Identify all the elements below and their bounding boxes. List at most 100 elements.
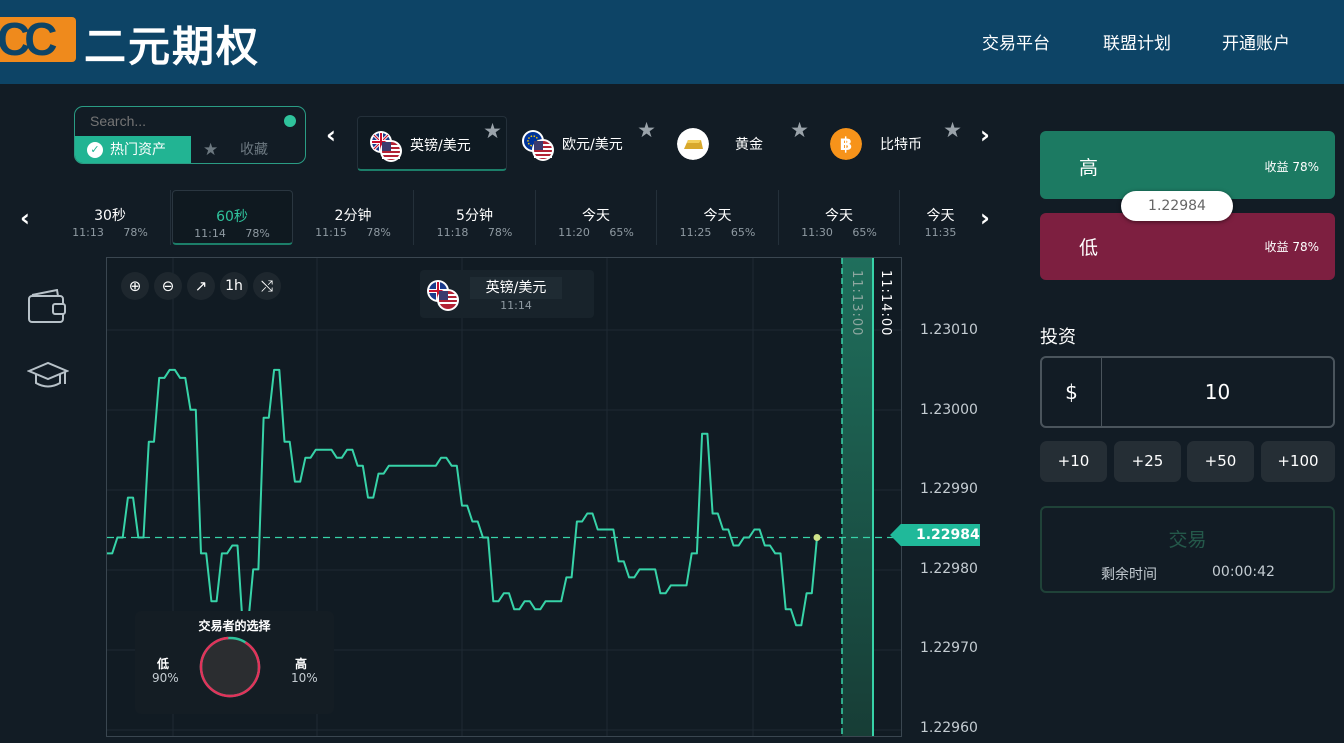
expiry-label: 今天 — [926, 208, 955, 224]
expiry-option[interactable]: 今天 11:25 65% — [658, 190, 779, 245]
low-button[interactable]: 低 收益 78% — [1040, 213, 1335, 280]
asset-tab-gbp-usd[interactable]: 英镑/美元 ★ — [357, 116, 507, 171]
check-icon: ✓ — [87, 142, 103, 158]
high-label: 高 — [1079, 157, 1099, 179]
expiry-option[interactable]: 今天 11:30 65% — [779, 190, 900, 245]
gbp-usd-flag-icon — [427, 280, 459, 311]
education-cap-icon[interactable] — [27, 360, 69, 394]
gold-bar-icon — [677, 128, 709, 160]
expiry-time-payout: 11:20 65% — [536, 226, 656, 239]
asset-name: 比特币 — [880, 137, 922, 153]
expiry-time: 11:20 — [558, 226, 590, 239]
y-axis-tick: 1.23000 — [920, 402, 978, 418]
expiry-option[interactable]: 今天 11:35 — [901, 190, 981, 245]
current-price-dot — [813, 533, 821, 541]
remaining-time-value: 00:00:42 — [1212, 564, 1275, 580]
quick-add-10-button[interactable]: +10 — [1040, 441, 1107, 482]
remaining-time-label: 剩余时间 — [1101, 567, 1157, 583]
eur-usd-flag-icon — [522, 130, 554, 161]
quick-add-25-button[interactable]: +25 — [1114, 441, 1181, 482]
expiry-option[interactable]: 今天 11:20 65% — [536, 190, 657, 245]
expiry-line-label-1: 11:13:00 — [849, 270, 864, 337]
asset-tab-gold[interactable]: 黄金 ★ — [663, 116, 813, 171]
trade-button[interactable]: 交易 剩余时间 00:00:42 — [1040, 506, 1335, 593]
search-icon[interactable] — [284, 115, 296, 127]
y-axis-tick: 1.22980 — [920, 561, 978, 577]
tab-favorites[interactable]: ★ 收藏 — [191, 136, 305, 163]
y-axis-tick: 1.23010 — [920, 322, 978, 338]
quick-add-50-button[interactable]: +50 — [1187, 441, 1254, 482]
expiry-time: 11:25 — [679, 226, 712, 239]
wallet-icon[interactable] — [27, 289, 69, 325]
amount-input[interactable] — [1102, 358, 1333, 426]
expiry-time-payout: 11:15 78% — [293, 226, 413, 239]
search-input[interactable] — [75, 107, 285, 135]
favorite-star-icon[interactable]: ★ — [637, 118, 656, 142]
y-axis-tick: 1.22990 — [920, 481, 978, 497]
assets-next-arrow-icon[interactable]: › — [980, 121, 990, 149]
assets-prev-arrow-icon[interactable]: ‹ — [326, 121, 336, 149]
expiry-payout: 78% — [245, 227, 270, 240]
expiry-option[interactable]: 60秒 11:14 78% — [171, 190, 293, 245]
logo-icon[interactable]: CC — [0, 17, 76, 62]
nav-open-account[interactable]: 开通账户 — [1222, 29, 1290, 54]
logo-mark-text: CC — [0, 17, 58, 62]
sentiment-title: 交易者的选择 — [198, 619, 271, 633]
expiry-label: 今天 — [582, 208, 610, 224]
zoom-in-icon[interactable]: ⊕ — [121, 272, 149, 300]
expiry-time-payout: 11:25 65% — [658, 226, 778, 239]
chart-asset-badge: 英镑/美元 11:14 — [420, 270, 594, 318]
expiry-prev-arrow-icon[interactable]: ‹ — [20, 204, 30, 232]
y-axis-tick: 1.22970 — [920, 640, 978, 656]
sentiment-low-pct: 90% — [152, 671, 179, 685]
tab-hot-assets-label: 热门资产 — [110, 142, 166, 158]
current-price-tag: 1.22984 — [890, 524, 980, 546]
asset-name: 黄金 — [735, 137, 763, 153]
favorite-star-icon[interactable]: ★ — [483, 119, 502, 143]
chart-asset-name: 英镑/美元 — [470, 277, 562, 299]
y-axis-tick: 1.22960 — [920, 720, 978, 736]
nav-trading-platform[interactable]: 交易平台 — [982, 29, 1050, 54]
asset-tab-bitcoin[interactable]: ฿ 比特币 ★ — [816, 116, 966, 171]
asset-name: 欧元/美元 — [562, 137, 623, 153]
expiry-option[interactable]: 2分钟 11:15 78% — [293, 190, 414, 245]
tab-hot-assets[interactable]: ✓ 热门资产 — [75, 136, 191, 163]
amount-field: $ — [1040, 356, 1335, 428]
expiry-option[interactable]: 5分钟 11:18 78% — [415, 190, 536, 245]
expiry-label: 今天 — [703, 208, 732, 224]
bitcoin-icon: ฿ — [830, 128, 862, 160]
svg-text:฿: ฿ — [840, 134, 853, 155]
expiry-time-payout: 11:18 78% — [415, 226, 535, 239]
expiry-time: 11:14 — [194, 227, 226, 240]
tab-favorites-label: 收藏 — [240, 142, 268, 158]
sentiment-ring — [199, 636, 261, 698]
expiry-label: 60秒 — [216, 209, 248, 225]
indicators-icon[interactable]: ⤭ — [253, 272, 281, 300]
expiry-time: 11:35 — [924, 226, 957, 239]
quick-add-100-button[interactable]: +100 — [1261, 441, 1335, 482]
asset-search-panel: ✓ 热门资产 ★ 收藏 — [74, 106, 306, 164]
expiry-time-payout: 11:30 65% — [779, 226, 899, 239]
asset-tab-eur-usd[interactable]: 欧元/美元 ★ — [510, 116, 660, 171]
expiry-label: 今天 — [825, 208, 853, 224]
expiry-label: 5分钟 — [456, 208, 493, 224]
chart-type-icon[interactable]: ↗ — [187, 272, 215, 300]
expiry-option[interactable]: 30秒 11:13 78% — [50, 190, 171, 245]
high-button[interactable]: 高 收益 78% — [1040, 131, 1335, 199]
expiry-payout: 78% — [366, 226, 391, 239]
favorite-star-icon[interactable]: ★ — [790, 118, 809, 142]
expiry-label: 2分钟 — [334, 208, 372, 224]
invest-title: 投资 — [1040, 327, 1076, 348]
sentiment-high-label: 高 — [295, 657, 308, 671]
top-header: CC 二元期权 交易平台 联盟计划 开通账户 — [0, 0, 1344, 84]
expiry-time-payout: 11:14 78% — [173, 227, 292, 240]
nav-affiliate-program[interactable]: 联盟计划 — [1103, 29, 1171, 54]
expiry-time: 11:13 — [72, 226, 104, 239]
timeframe-button[interactable]: 1h — [220, 272, 248, 300]
gbp-usd-flag-icon — [370, 131, 402, 162]
zoom-out-icon[interactable]: ⊖ — [154, 272, 182, 300]
expiry-next-arrow-icon[interactable]: › — [980, 204, 990, 232]
logo-text[interactable]: 二元期权 — [84, 13, 260, 74]
low-label: 低 — [1079, 237, 1099, 259]
favorite-star-icon[interactable]: ★ — [943, 118, 962, 142]
